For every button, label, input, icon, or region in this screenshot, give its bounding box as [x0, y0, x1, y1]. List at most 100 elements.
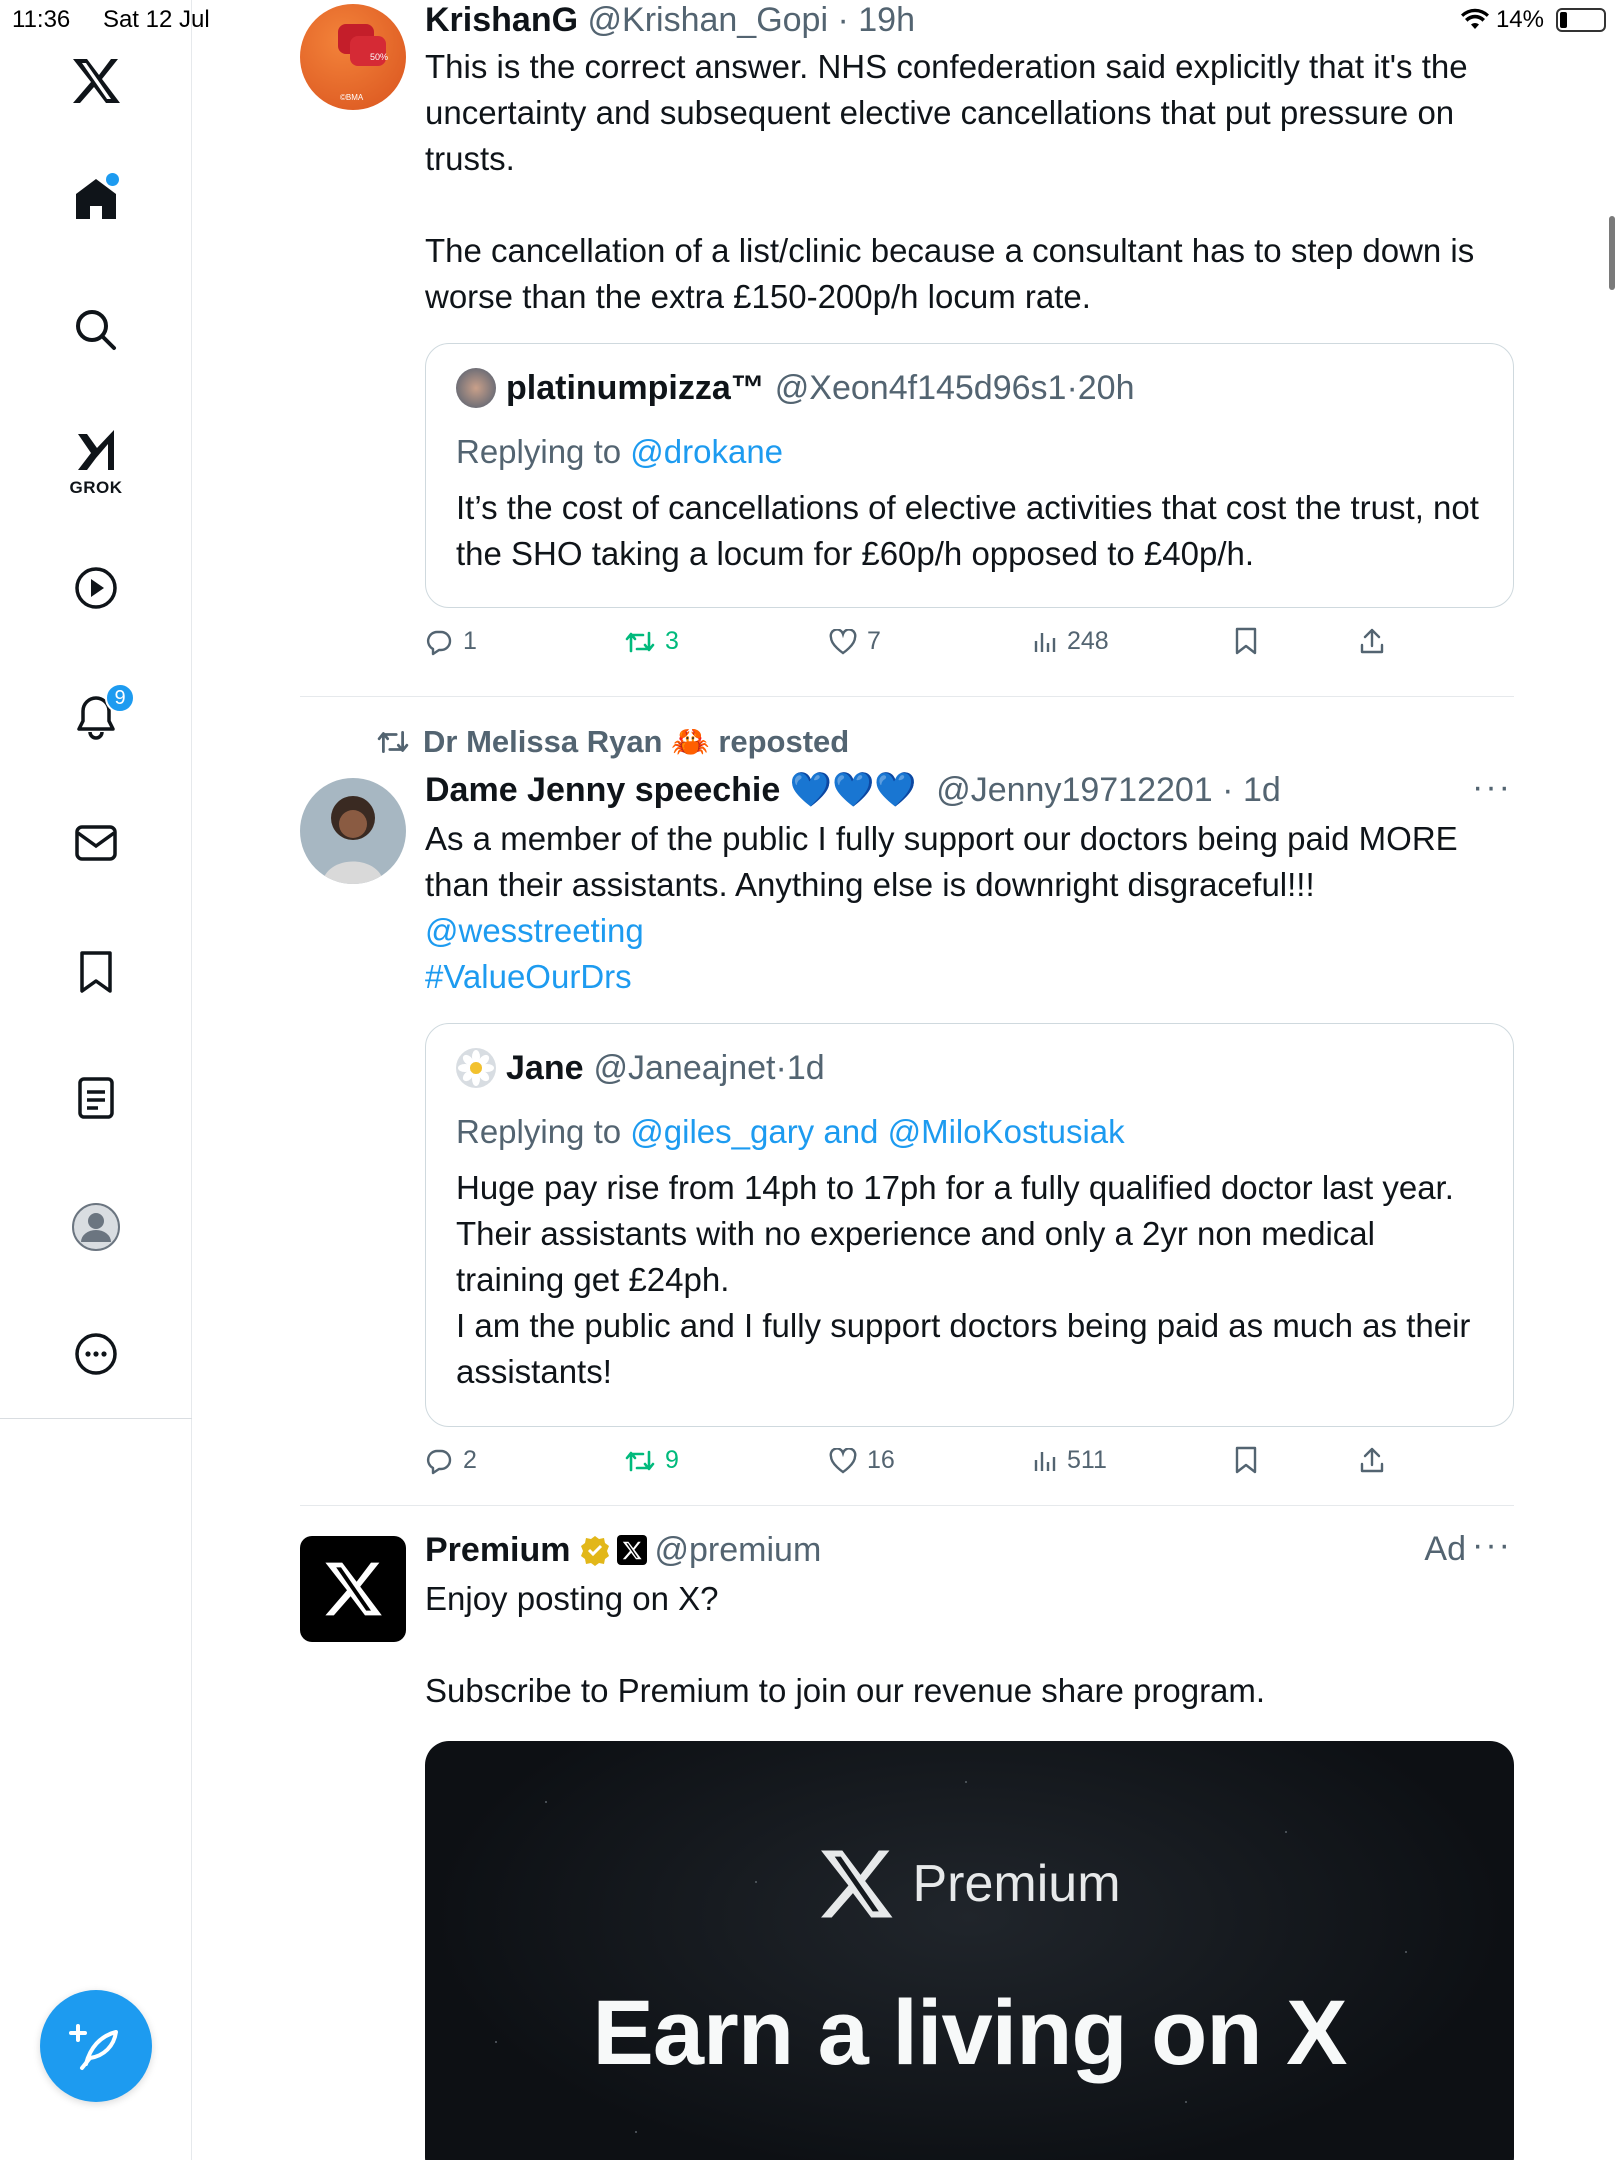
repost-count: 3 — [665, 627, 679, 655]
quote-author-name: platinumpizza™ — [506, 368, 765, 407]
author-name[interactable]: Premium — [425, 1530, 571, 1570]
avatar[interactable]: 50% ©BMA — [300, 4, 406, 110]
avatar[interactable] — [300, 1536, 406, 1642]
quote-time: 1d — [786, 1048, 825, 1087]
repost-count: 9 — [665, 1446, 679, 1474]
nav-messages[interactable] — [0, 824, 192, 862]
battery-icon — [1556, 8, 1606, 32]
repost-button[interactable]: 3 — [625, 627, 679, 656]
promo-brand-label: Premium — [912, 1855, 1121, 1913]
like-button[interactable]: 16 — [829, 1446, 895, 1475]
reply-icon — [426, 630, 452, 655]
views-button[interactable]: 248 — [1033, 627, 1109, 656]
repost-context[interactable]: Dr Melissa Ryan 🦀 reposted — [377, 722, 849, 762]
repost-icon — [377, 731, 409, 753]
repost-button[interactable]: 9 — [625, 1446, 679, 1475]
tweet-text: Enjoy posting on X? Subscribe to Premium… — [425, 1580, 1266, 1709]
tweet-text: As a member of the public I fully suppor… — [425, 820, 1467, 903]
nav-bookmarks[interactable] — [0, 950, 192, 994]
home-unread-dot — [106, 173, 119, 186]
bookmark-icon — [1235, 1446, 1257, 1474]
nav-notifications[interactable] — [0, 694, 192, 740]
grok-icon — [78, 430, 114, 470]
quote-avatar — [456, 368, 496, 408]
nav-more[interactable] — [0, 1332, 192, 1376]
nav-video[interactable] — [0, 566, 192, 610]
x-affiliate-icon — [616, 1535, 647, 1565]
reply-button[interactable]: 1 — [425, 627, 477, 656]
quote-time: 20h — [1077, 368, 1135, 407]
bookmark-icon — [80, 951, 112, 993]
svg-text:50%: 50% — [370, 52, 388, 62]
mention-link[interactable]: @wesstreeting — [425, 908, 1514, 954]
profile-icon — [72, 1203, 120, 1251]
sidebar: GROK 9 — [0, 0, 192, 2160]
reply-count: 1 — [463, 627, 477, 655]
like-button[interactable]: 7 — [829, 627, 881, 656]
views-count: 511 — [1067, 1446, 1107, 1474]
author-handle[interactable]: @Krishan_Gopi — [588, 1, 829, 39]
views-count: 248 — [1067, 627, 1109, 655]
mail-icon — [75, 825, 117, 861]
nav-lists[interactable] — [0, 1076, 192, 1120]
more-options-button[interactable]: ··· — [1472, 1526, 1512, 1565]
tweet-divider — [300, 696, 1514, 697]
search-icon — [76, 310, 116, 350]
tweet-header: Premium @premium — [425, 1530, 1514, 1570]
views-icon — [1034, 1451, 1056, 1471]
share-icon — [1360, 628, 1384, 654]
quoted-tweet[interactable]: platinumpizza™ @Xeon4f145d96s1 · 20h Rep… — [425, 343, 1514, 608]
nav-grok[interactable] — [0, 428, 192, 476]
app-window: 11:36 Sat 12 Jul 14% GROK 9 50% ©BMA Kri… — [0, 0, 1620, 2160]
quoted-tweet[interactable]: Jane @Janeajnet · 1d Replying to @giles_… — [425, 1023, 1514, 1427]
tweet-header: Dame Jenny speechie 💙💙💙 @Jenny19712201 ·… — [425, 771, 1281, 809]
author-handle[interactable]: @Jenny19712201 — [936, 771, 1213, 809]
nav-search[interactable] — [0, 308, 192, 352]
grok-label: GROK — [69, 478, 123, 497]
more-icon — [75, 1333, 117, 1375]
author-name[interactable]: Dame Jenny speechie 💙💙💙 — [425, 771, 917, 809]
repost-icon — [625, 631, 655, 652]
more-options-button[interactable]: ··· — [1472, 768, 1512, 807]
bookmark-button[interactable] — [1234, 1446, 1258, 1474]
reply-count: 2 — [463, 1446, 477, 1474]
like-count: 7 — [867, 627, 881, 655]
nav-profile[interactable] — [0, 1202, 192, 1252]
share-button[interactable] — [1359, 1446, 1385, 1474]
ad-label: Ad — [1424, 1530, 1466, 1568]
hashtag-link[interactable]: #ValueOurDrs — [425, 954, 1514, 1000]
author-name[interactable]: KrishanG — [425, 1, 578, 39]
tweet-actions: 1 3 7 248 — [425, 627, 1425, 667]
promo-media-card[interactable]: Premium Earn a living on X — [425, 1741, 1514, 2160]
nav-home[interactable] — [0, 176, 192, 222]
reply-mention-link[interactable]: @giles_gary and @MiloKostusiak — [630, 1113, 1124, 1150]
views-icon — [1034, 632, 1056, 652]
reply-icon — [426, 1449, 452, 1474]
views-button[interactable]: 511 — [1033, 1446, 1107, 1475]
quote-header: Jane @Janeajnet · 1d — [456, 1048, 825, 1088]
quote-author-handle: @Janeajnet — [593, 1048, 776, 1087]
share-button[interactable] — [1359, 627, 1385, 655]
tweet-divider — [300, 1505, 1514, 1506]
x-logo-icon[interactable] — [0, 58, 192, 104]
tweet-time[interactable]: 1d — [1243, 771, 1281, 809]
bookmark-button[interactable] — [1234, 627, 1258, 655]
verified-badge-icon — [580, 1536, 609, 1566]
tweet-time[interactable]: 19h — [858, 1, 915, 39]
like-icon — [829, 628, 857, 654]
promo-brand: Premium — [425, 1849, 1514, 1919]
reply-button[interactable]: 2 — [425, 1446, 477, 1475]
x-logo-icon — [821, 1850, 893, 1918]
promo-headline: Earn a living on X — [592, 1982, 1348, 2084]
compose-button[interactable] — [40, 1990, 152, 2102]
quote-replying-to: Replying to @giles_gary and @MiloKostusi… — [456, 1113, 1125, 1150]
lists-icon — [78, 1077, 114, 1119]
reply-mention-link[interactable]: @drokane — [630, 433, 783, 470]
compose-icon — [69, 2024, 118, 2070]
quote-author-handle: @Xeon4f145d96s1 — [774, 368, 1067, 407]
scrollbar-thumb[interactable] — [1609, 216, 1615, 290]
notifications-badge: 9 — [105, 683, 135, 713]
like-count: 16 — [867, 1446, 895, 1474]
avatar[interactable] — [300, 778, 406, 884]
author-handle[interactable]: @premium — [655, 1530, 822, 1570]
